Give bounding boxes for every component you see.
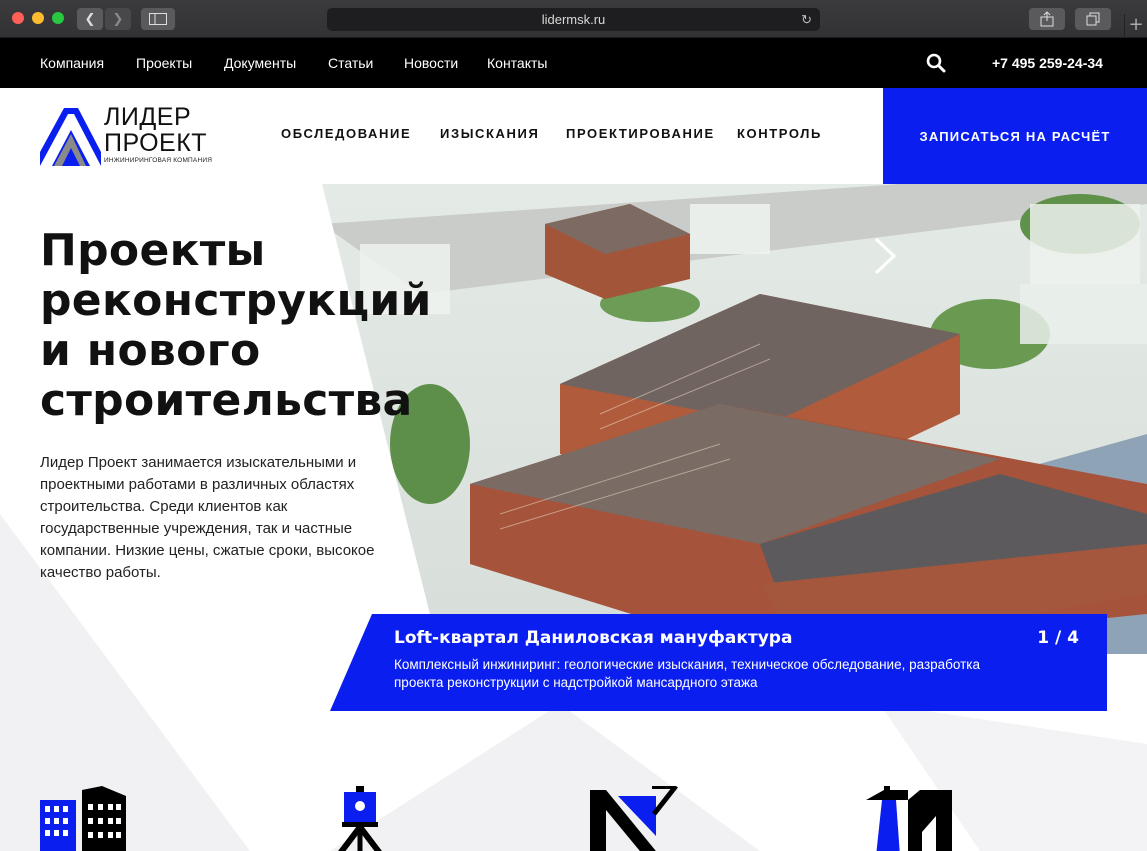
logo-mark-icon xyxy=(40,108,101,166)
slide-caption[interactable]: Loft-квартал Даниловская мануфактура 1 /… xyxy=(330,614,1107,711)
search-icon[interactable] xyxy=(926,53,946,73)
hero-title-line: и нового xyxy=(40,325,261,376)
crane-icon[interactable] xyxy=(866,786,954,851)
topnav-item-company[interactable]: Компания xyxy=(40,55,104,71)
minimize-window-button[interactable] xyxy=(32,12,44,24)
slide-title[interactable]: Loft-квартал Даниловская мануфактура xyxy=(394,628,792,648)
mainnav-item-inspection[interactable]: ОБСЛЕДОВАНИЕ xyxy=(281,126,411,141)
logo[interactable]: ЛИДЕР ПРОЕКТ ИНЖИНИРИНГОВАЯ КОМПАНИЯ xyxy=(40,104,220,170)
topnav-item-contacts[interactable]: Контакты xyxy=(487,55,547,71)
back-button[interactable]: ❮ xyxy=(77,8,103,30)
logo-title-line1: ЛИДЕР xyxy=(104,103,192,131)
mainnav-item-control[interactable]: КОНТРОЛЬ xyxy=(737,126,822,141)
forward-button[interactable]: ❯ xyxy=(105,8,131,30)
sidebar-toggle-button[interactable] xyxy=(141,8,175,30)
maximize-window-button[interactable] xyxy=(52,12,64,24)
slide-counter: 1 / 4 xyxy=(1037,628,1079,648)
tabs-icon xyxy=(1086,12,1100,26)
tab-overview-button[interactable] xyxy=(1075,8,1111,30)
mainnav-item-surveys[interactable]: ИЗЫСКАНИЯ xyxy=(440,126,539,141)
reload-icon[interactable]: ↻ xyxy=(801,8,812,31)
drafting-icon[interactable] xyxy=(590,786,678,851)
hero-title: Проекты реконструкций и нового строитель… xyxy=(40,226,432,426)
topnav-item-articles[interactable]: Статьи xyxy=(328,55,373,71)
sidebar-icon xyxy=(149,13,167,25)
hero-section: Проекты реконструкций и нового строитель… xyxy=(0,184,1147,851)
close-window-button[interactable] xyxy=(12,12,24,24)
next-slide-arrow-icon[interactable] xyxy=(870,236,900,276)
new-tab-button[interactable]: + xyxy=(1124,14,1147,38)
hero-title-line: строительства xyxy=(40,375,413,426)
topnav-item-projects[interactable]: Проекты xyxy=(136,55,192,71)
topnav-item-documents[interactable]: Документы xyxy=(224,55,296,71)
url-text: lidermsk.ru xyxy=(541,12,606,27)
share-button[interactable] xyxy=(1029,8,1065,30)
address-bar[interactable]: lidermsk.ru ↻ xyxy=(327,8,820,31)
chevron-right-icon: ❯ xyxy=(112,11,124,27)
signup-estimate-button[interactable]: ЗАПИСАТЬСЯ НА РАСЧЁТ xyxy=(883,88,1147,184)
top-navigation: Компания Проекты Документы Статьи Новост… xyxy=(0,38,1147,88)
hero-title-line: Проекты xyxy=(40,225,266,276)
slide-description: Комплексный инжиниринг: геологические из… xyxy=(394,657,981,690)
site-header: ЛИДЕР ПРОЕКТ ИНЖИНИРИНГОВАЯ КОМПАНИЯ ОБС… xyxy=(0,88,1147,184)
building-icon[interactable] xyxy=(40,786,128,851)
hero-description: Лидер Проект занимается изыскательными и… xyxy=(40,454,375,581)
topnav-item-news[interactable]: Новости xyxy=(404,55,458,71)
logo-subtitle: ИНЖИНИРИНГОВАЯ КОМПАНИЯ xyxy=(104,157,213,164)
share-icon xyxy=(1040,11,1054,27)
mainnav-item-design[interactable]: ПРОЕКТИРОВАНИЕ xyxy=(566,126,715,141)
logo-title: ЛИДЕР ПРОЕКТ xyxy=(104,104,207,156)
browser-toolbar: ❮ ❯ lidermsk.ru ↻ + xyxy=(0,0,1147,38)
phone-link[interactable]: +7 495 259-24-34 xyxy=(992,55,1103,71)
chevron-left-icon: ❮ xyxy=(84,11,96,27)
hero-title-line: реконструкций xyxy=(40,275,432,326)
logo-title-line2: ПРОЕКТ xyxy=(104,129,208,157)
survey-tripod-icon[interactable] xyxy=(332,786,388,851)
